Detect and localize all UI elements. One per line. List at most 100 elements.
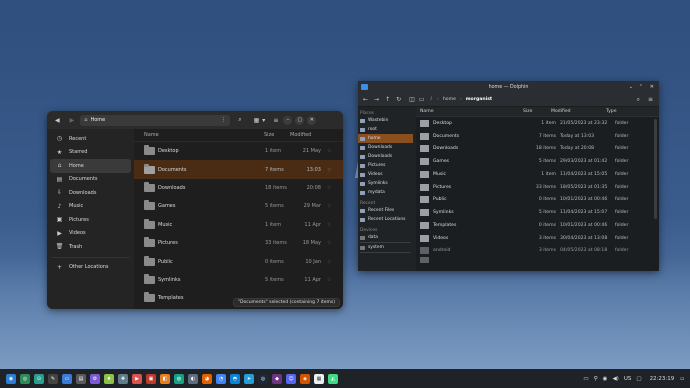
close-icon[interactable]: ✕ [650, 84, 654, 90]
search-icon[interactable]: ⌕ [238, 116, 241, 124]
star-icon[interactable]: ☆ [327, 222, 331, 228]
forward-icon[interactable]: ▶ [70, 117, 75, 124]
column-name[interactable]: Name [144, 132, 264, 138]
places-item-videos[interactable]: Videos [358, 170, 413, 179]
places-item-pictures[interactable]: Pictures [358, 161, 413, 170]
location-icon[interactable]: ⚲ [594, 376, 598, 382]
file-row[interactable]: Desktop 1 item 21 May ☆ [134, 142, 343, 160]
pdf-icon[interactable]: ▣ [146, 373, 156, 384]
sidebar-item-pictures[interactable]: ▣ Pictures [50, 213, 131, 227]
column-size[interactable]: Size [264, 132, 290, 138]
breadcrumb-current[interactable]: morganist [466, 97, 492, 102]
file-row[interactable]: Games 5 items 29/03/2023 at 01:42 folder [416, 155, 659, 168]
column-modified[interactable]: Modified [290, 132, 311, 138]
places-item-wastebin[interactable]: Wastebin [358, 116, 413, 125]
sidebar-item-trash[interactable]: 🗑 Trash [50, 240, 131, 254]
file-row[interactable]: Templates 0 items 10/01/2023 at 00:46 folde… [416, 219, 659, 232]
file-row[interactable]: Music 1 item 11 Apr ☆ [134, 216, 343, 234]
tool-icon[interactable]: ✚ [118, 373, 128, 384]
sidebar-item-home[interactable]: ⌂ Home [50, 159, 131, 173]
file-row[interactable]: Public 0 items 10 Jan ☆ [134, 252, 343, 270]
folder-icon[interactable]: ▭ [62, 373, 72, 384]
places-item-home[interactable]: home [358, 134, 413, 143]
places-item-mydata[interactable]: mydata [358, 188, 413, 197]
video-icon[interactable]: ▶ [132, 373, 142, 384]
places-item-symlinks[interactable]: Symlinks [358, 179, 413, 188]
back-icon[interactable]: ← [363, 96, 368, 103]
column-size[interactable]: Size [523, 109, 551, 114]
breadcrumb-root[interactable]: / [430, 97, 432, 102]
column-modified[interactable]: Modified [551, 109, 606, 114]
device-item-data[interactable]: data [358, 233, 413, 242]
star-icon[interactable]: ☆ [327, 167, 331, 173]
file-row[interactable]: Downloads 18 items Today at 20:08 folder [416, 143, 659, 156]
places-item-downloads[interactable]: Downloads [358, 152, 413, 161]
editor-icon[interactable]: ✎ [48, 373, 58, 384]
minimize-icon[interactable]: ⌄ [629, 84, 633, 90]
file-row[interactable]: Pictures 33 items 18 May ☆ [134, 234, 343, 252]
file-row[interactable]: Desktop 1 item 21/05/2023 at 23:32 folder [416, 117, 659, 130]
file-row[interactable]: Public 0 items 10/01/2023 at 00:46 folder [416, 194, 659, 207]
android-icon[interactable]: ♦ [104, 373, 114, 384]
star-icon[interactable]: ☆ [327, 277, 331, 283]
game-icon[interactable]: ◆ [272, 373, 282, 384]
star-icon[interactable]: ☆ [327, 203, 331, 209]
menu-icon[interactable]: ≡ [273, 117, 278, 124]
sidebar-item-other-locations[interactable]: + Other Locations [50, 261, 131, 275]
telegram-icon[interactable]: ➤ [244, 373, 254, 384]
discord-icon[interactable]: ☺ [286, 373, 296, 384]
column-type[interactable]: Type [606, 109, 617, 114]
file-row[interactable]: Downloads 18 items 20:08 ☆ [134, 179, 343, 197]
screen-icon[interactable]: ▭ [583, 376, 588, 382]
app-menu-icon[interactable]: ◉ [6, 373, 16, 384]
notification-icon[interactable]: ▢ [636, 376, 641, 382]
view-grid-icon[interactable]: ▦ [254, 117, 260, 124]
star-icon[interactable]: ☆ [327, 148, 331, 154]
star-icon[interactable]: ☆ [327, 259, 331, 265]
path-bar[interactable]: ⌂ Home ⋮ [80, 114, 231, 126]
sidebar-item-music[interactable]: ♪ Music [50, 200, 131, 214]
file-row[interactable]: Documents 7 items 13:03 ☆ [134, 160, 343, 179]
file-row[interactable]: Videos 3 items 30/04/2023 at 13:08 folder [416, 232, 659, 245]
file-row[interactable]: Music 1 item 11/04/2023 at 15:05 folder [416, 168, 659, 181]
keyboard-layout[interactable]: US [624, 376, 632, 382]
maximize-icon[interactable]: ⌃ [639, 84, 643, 90]
sidebar-item-downloads[interactable]: ⇩ Downloads [50, 186, 131, 200]
maximize-icon[interactable]: ▢ [295, 115, 305, 125]
star-icon[interactable]: ☆ [327, 185, 331, 191]
places-item-recent-locations[interactable]: Recent Locations [358, 215, 413, 224]
minimize-icon[interactable]: – [283, 115, 293, 125]
split-view-icon[interactable]: ◫ [409, 96, 415, 103]
file-row[interactable]: Symlinks 5 items 11 Apr ☆ [134, 271, 343, 289]
sidebar-item-recent[interactable]: ◷ Recent [50, 132, 131, 146]
path-menu-icon[interactable]: ⋮ [221, 117, 226, 123]
places-item-root[interactable]: root [358, 125, 413, 134]
up-icon[interactable]: ↑ [385, 96, 390, 103]
network-icon[interactable]: ◉ [603, 376, 608, 382]
gear-icon[interactable]: ⚙ [90, 373, 100, 384]
steam-icon[interactable]: ◎ [258, 373, 268, 384]
places-item-recent-files[interactable]: Recent Files [358, 206, 413, 215]
search-icon[interactable]: ⌕ [637, 96, 640, 104]
sidebar-item-starred[interactable]: ★ Starred [50, 146, 131, 160]
image-viewer-icon[interactable]: ▦ [314, 373, 324, 384]
back-icon[interactable]: ◀ [55, 117, 60, 124]
device-item-system[interactable]: system [358, 243, 413, 252]
sidebar-item-videos[interactable]: ▶ Videos [50, 227, 131, 241]
game2-icon[interactable]: ◈ [300, 373, 310, 384]
forward-icon[interactable]: → [374, 96, 379, 103]
image-icon[interactable]: ◧ [160, 373, 170, 384]
file-row[interactable]: Documents 7 items Today at 13:03 folder [416, 130, 659, 143]
edge-icon[interactable]: ◓ [230, 373, 240, 384]
firefox-icon[interactable]: ◕ [202, 373, 212, 384]
star-icon[interactable]: ☆ [327, 240, 331, 246]
file-row[interactable] [416, 257, 659, 264]
breadcrumb-menu-icon[interactable]: ▭ [419, 96, 425, 103]
android-studio-icon[interactable]: ◭ [328, 373, 338, 384]
file-row[interactable]: Pictures 33 items 18/05/2023 at 01:35 folde… [416, 181, 659, 194]
file-row[interactable]: Games 5 items 29 Mar ☆ [134, 197, 343, 215]
briefcase-icon[interactable]: ▤ [76, 373, 86, 384]
chevron-down-icon[interactable]: ▾ [262, 117, 265, 124]
camera-icon[interactable]: ◐ [188, 373, 198, 384]
breadcrumb-home[interactable]: home [443, 97, 456, 102]
